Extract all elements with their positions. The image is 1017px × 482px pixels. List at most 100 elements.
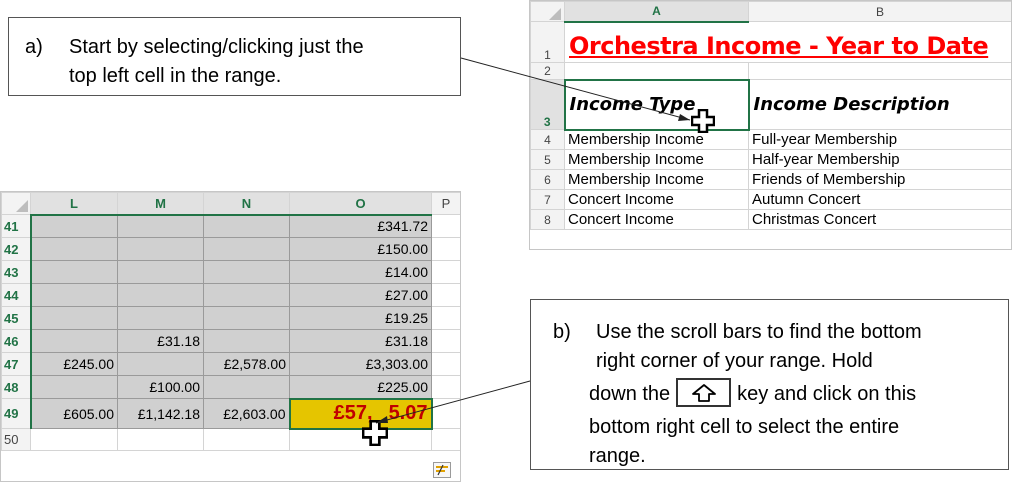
row-header-49[interactable]: 49 [1, 398, 32, 429]
callout-b: b) Use the scroll bars to find the botto… [530, 299, 1009, 470]
callout-a-line2: top left cell in the range. [69, 65, 282, 87]
cell-m45[interactable] [117, 306, 204, 330]
cell-l44[interactable] [30, 283, 118, 307]
cell-b4[interactable]: Full-year Membership [748, 129, 1011, 150]
row-header-4[interactable]: 4 [530, 129, 565, 150]
cell-b2[interactable] [748, 62, 1011, 80]
cell-p49[interactable] [431, 398, 460, 429]
cell-n42[interactable] [203, 237, 290, 261]
cell-l42[interactable] [30, 237, 118, 261]
cell-m44[interactable] [117, 283, 204, 307]
cell-o48[interactable]: £225.00 [289, 375, 432, 399]
cell-o43[interactable]: £14.00 [289, 260, 432, 284]
row-header-47[interactable]: 47 [1, 352, 32, 376]
cell-p43[interactable] [431, 260, 460, 284]
cell-o45[interactable]: £19.25 [289, 306, 432, 330]
cell-n50[interactable] [203, 428, 290, 451]
spreadsheet-bottom: L M N O P 41 £341.72 42 £150.00 43 £14.0… [0, 191, 461, 482]
cell-p47[interactable] [431, 352, 460, 376]
cell-m49[interactable]: £1,142.18 [117, 398, 204, 429]
select-all-corner[interactable] [530, 1, 565, 22]
column-header-l[interactable]: L [30, 192, 118, 216]
cell-l43[interactable] [30, 260, 118, 284]
cell-a8[interactable]: Concert Income [564, 209, 749, 230]
cell-n44[interactable] [203, 283, 290, 307]
cell-l47[interactable]: £245.00 [30, 352, 118, 376]
column-header-b[interactable]: B [748, 1, 1011, 22]
cell-n46[interactable] [203, 329, 290, 353]
cell-l41[interactable] [30, 214, 118, 238]
cell-b3[interactable]: Income Description [748, 79, 1011, 130]
cell-m47[interactable] [117, 352, 204, 376]
row-header-50[interactable]: 50 [1, 428, 31, 451]
cell-m41[interactable] [117, 214, 204, 238]
cell-m42[interactable] [117, 237, 204, 261]
cell-a4[interactable]: Membership Income [564, 129, 749, 150]
row-header-42[interactable]: 42 [1, 237, 32, 261]
column-header-p[interactable]: P [431, 192, 460, 215]
row-header-8[interactable]: 8 [530, 209, 565, 230]
cell-b8[interactable]: Christmas Concert [748, 209, 1011, 230]
column-header-n[interactable]: N [203, 192, 290, 216]
cell-m48[interactable]: £100.00 [117, 375, 204, 399]
row-header-41[interactable]: 41 [1, 214, 32, 238]
spreadsheet-top: A B 1 Orchestra Income - Year to Date 2 … [529, 0, 1012, 250]
row-header-3[interactable]: 3 [530, 79, 566, 130]
cell-b6[interactable]: Friends of Membership [748, 169, 1011, 190]
cell-n41[interactable] [203, 214, 290, 238]
cell-p48[interactable] [431, 375, 460, 399]
cell-m50[interactable] [117, 428, 204, 451]
row-header-46[interactable]: 46 [1, 329, 32, 353]
cell-p42[interactable] [431, 237, 460, 261]
cell-o44[interactable]: £27.00 [289, 283, 432, 307]
cell-n47[interactable]: £2,578.00 [203, 352, 290, 376]
cell-p50[interactable] [431, 428, 460, 451]
cell-n43[interactable] [203, 260, 290, 284]
cell-p44[interactable] [431, 283, 460, 307]
cell-a6[interactable]: Membership Income [564, 169, 749, 190]
row-header-6[interactable]: 6 [530, 169, 565, 190]
column-header-m[interactable]: M [117, 192, 204, 216]
row-header-2[interactable]: 2 [530, 62, 565, 80]
cell-l50[interactable] [30, 428, 118, 451]
quick-analysis-icon[interactable] [433, 462, 451, 478]
row-header-5[interactable]: 5 [530, 149, 565, 170]
cell-l45[interactable] [30, 306, 118, 330]
select-all-corner-2[interactable] [1, 192, 31, 215]
cell-o50[interactable] [289, 428, 432, 451]
cell-a3-selected[interactable]: Income Type [563, 78, 750, 131]
cell-p46[interactable] [431, 329, 460, 353]
cell-m46[interactable]: £31.18 [117, 329, 204, 353]
cell-l49[interactable]: £605.00 [30, 398, 118, 429]
row-header-44[interactable]: 44 [1, 283, 32, 307]
cell-a5[interactable]: Membership Income [564, 149, 749, 170]
cell-a2[interactable] [564, 62, 749, 80]
callout-b-line3-after: key and click on this [737, 383, 917, 405]
cell-n48[interactable] [203, 375, 290, 399]
cell-l48[interactable] [30, 375, 118, 399]
cell-l46[interactable] [30, 329, 118, 353]
row-header-43[interactable]: 43 [1, 260, 32, 284]
cell-o49-total-selected[interactable]: £57, 5.07 [288, 397, 433, 430]
cell-o47[interactable]: £3,303.00 [289, 352, 432, 376]
row-header-48[interactable]: 48 [1, 375, 32, 399]
cell-n49[interactable]: £2,603.00 [203, 398, 290, 429]
column-header-a[interactable]: A [564, 1, 749, 23]
cell-m43[interactable] [117, 260, 204, 284]
column-header-o[interactable]: O [289, 192, 432, 216]
cell-b5[interactable]: Half-year Membership [748, 149, 1011, 170]
row-header-1[interactable]: 1 [530, 21, 565, 63]
cell-p41[interactable] [431, 214, 460, 238]
cell-o42[interactable]: £150.00 [289, 237, 432, 261]
cell-o46[interactable]: £31.18 [289, 329, 432, 353]
cell-p45[interactable] [431, 306, 460, 330]
callout-a-marker: a) [25, 36, 43, 58]
row-header-45[interactable]: 45 [1, 306, 32, 330]
shift-key-icon [676, 378, 732, 407]
cell-o41[interactable]: £341.72 [289, 214, 432, 238]
cell-n45[interactable] [203, 306, 290, 330]
row-header-7[interactable]: 7 [530, 189, 565, 210]
cell-b7[interactable]: Autumn Concert [748, 189, 1011, 210]
sheet-title-cell[interactable]: Orchestra Income - Year to Date [564, 21, 1011, 63]
cell-a7[interactable]: Concert Income [564, 189, 749, 210]
